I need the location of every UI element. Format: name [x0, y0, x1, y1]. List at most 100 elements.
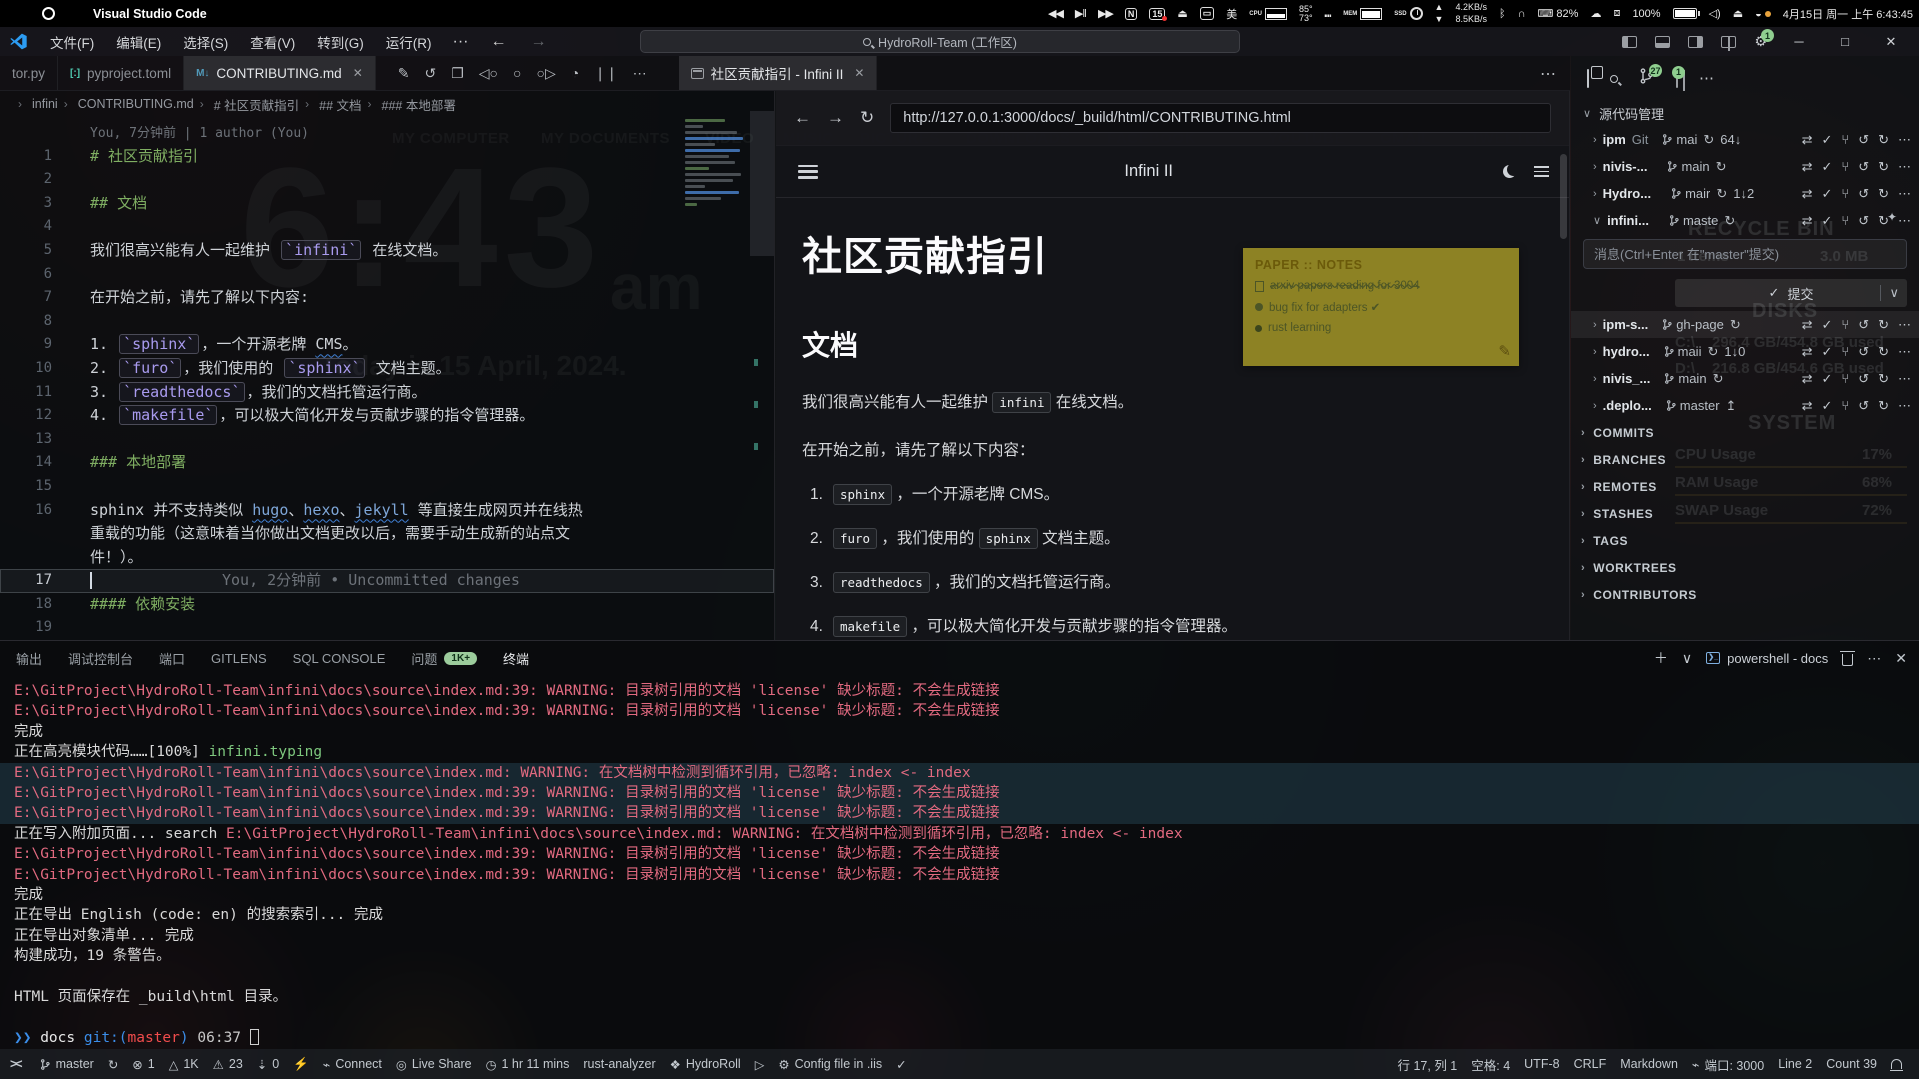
widget-tray-icon[interactable]: ▭ [1200, 7, 1215, 20]
close-tab-icon[interactable]: ✕ [854, 66, 864, 80]
sidebar-more-icon[interactable]: ⋯ [1699, 69, 1714, 87]
chevron-icon[interactable]: › [1593, 400, 1597, 412]
tab-pyproject-toml[interactable]: [:]pyproject.toml [58, 56, 184, 90]
compare-icon[interactable]: ⇄ [1802, 186, 1813, 202]
connect-status-item[interactable]: ⌁ Connect [316, 1057, 389, 1072]
hamburger-menu-icon[interactable] [798, 165, 818, 179]
browser-scrollbar[interactable] [1560, 154, 1567, 239]
sync-icon[interactable]: ↻ [1730, 317, 1741, 333]
refresh-icon[interactable]: ↻ [1878, 398, 1889, 414]
sidebar-section-header[interactable]: › TAGS [1571, 527, 1919, 554]
memory-meter-icon[interactable]: MEM [1343, 8, 1382, 20]
inbox-status-item[interactable]: ⇣ 0 [250, 1057, 286, 1072]
sync-icon[interactable]: ↻ [1716, 159, 1727, 175]
menu-goto[interactable]: 转到(G) [306, 32, 375, 52]
markdown-preview-icon[interactable]: ❐ [451, 65, 464, 82]
config-status-item[interactable]: ⚙ Config file in .iis [771, 1057, 889, 1072]
browser-refresh-icon[interactable]: ↻ [860, 108, 874, 128]
repo-more-icon[interactable]: ⋯ [1898, 317, 1911, 333]
history-icon[interactable]: ↺ [1858, 317, 1869, 333]
hydroroll-status-item[interactable]: ❖ HydroRoll [663, 1057, 748, 1072]
sticky-note[interactable]: PAPER :: NOTES arxiv papers reading for … [1243, 248, 1519, 366]
close-panel-icon[interactable]: ✕ [1895, 650, 1907, 667]
commit-check-icon[interactable]: ✓ [1821, 159, 1832, 175]
repo-row[interactable]: › nivis_... main ↻ ⇄ ✓ ⑂ ↺ ↻ ⋯ [1571, 365, 1919, 392]
ime-indicator[interactable]: 美 [1226, 6, 1237, 22]
gear-icon[interactable]: ⚙1 [1754, 33, 1767, 50]
display-icon[interactable]: ⧈ [1613, 7, 1620, 20]
repo-more-icon[interactable]: ⋯ [1898, 186, 1911, 202]
dark-mode-moon-icon[interactable] [1503, 165, 1516, 178]
history-icon[interactable]: ↺ [1858, 186, 1869, 202]
chevron-icon[interactable]: › [1593, 188, 1597, 200]
brightness-level[interactable]: 100% [1632, 8, 1660, 20]
compare-icon[interactable]: ⇄ [1802, 344, 1813, 360]
toggle-sidebar-icon[interactable] [1622, 36, 1637, 48]
chevron-icon[interactable]: › [1593, 373, 1597, 385]
toggle-secondary-sidebar-icon[interactable] [1688, 36, 1703, 48]
copy-icon[interactable] [1587, 70, 1589, 87]
more-tabs-icon[interactable]: ⋯ [1540, 56, 1556, 91]
rust-analyzer-status-item[interactable]: rust-analyzer [576, 1057, 662, 1071]
create-branch-icon[interactable]: ⑂ [1841, 317, 1849, 332]
media-rewind-icon[interactable]: ◀◀ [1048, 7, 1063, 20]
close-button[interactable]: ✕ [1877, 34, 1905, 50]
editor-line[interactable]: 16 sphinx 并不支持类似 hugo、hexo、jekyll 等直接生成网… [0, 499, 774, 523]
commit-check-icon[interactable]: ✓ [1821, 186, 1832, 202]
commit-check-icon[interactable]: ✓ [1821, 371, 1832, 387]
repo-row[interactable]: › hydro... maii ↻ 1↓0 ⇄ ✓ ⑂ ↺ ↻ ⋯ [1571, 338, 1919, 365]
sync-icon[interactable]: ↻ [1703, 132, 1714, 148]
sidebar-section-header[interactable]: › BRANCHES [1571, 446, 1919, 473]
commit-check-icon[interactable]: ✓ [1821, 213, 1832, 229]
sidebar-section-header[interactable]: › STASHES [1571, 500, 1919, 527]
panel-tab[interactable]: 调试控制台 [68, 649, 133, 668]
commit-check-icon[interactable]: ✓ [1821, 398, 1832, 414]
toggle-panel-icon[interactable] [1655, 36, 1670, 48]
editor-line[interactable]: 1 # 社区贡献指引 [0, 145, 774, 169]
customize-layout-icon[interactable] [1721, 36, 1736, 48]
commit-check-icon[interactable]: ✓ [1821, 344, 1832, 360]
sync-status-icon[interactable]: ↻ [101, 1057, 125, 1072]
editor-line[interactable]: 10 2. `furo`，我们使用的 `sphinx` 文档主题。 [0, 357, 774, 381]
sidebar-section-header[interactable]: › WORKTREES [1571, 554, 1919, 581]
ssd-clock-icon[interactable]: SSD [1394, 7, 1422, 20]
repo-more-icon[interactable]: ⋯ [1898, 398, 1911, 414]
indentation-item[interactable]: 空格: 4 [1464, 1055, 1517, 1074]
timeline-icon[interactable]: ↺ [424, 65, 436, 82]
menu-file[interactable]: 文件(F) [39, 32, 105, 52]
refresh-icon[interactable]: ↻ [1878, 371, 1889, 387]
commit-check-icon[interactable]: ✓ [1821, 132, 1832, 148]
repo-more-icon[interactable]: ⋯ [1898, 344, 1911, 360]
chevron-icon[interactable]: › [1593, 346, 1597, 358]
sync-icon[interactable]: ↻ [1724, 213, 1735, 229]
editor-line[interactable]: 13 [0, 428, 774, 452]
create-branch-icon[interactable]: ⑂ [1841, 344, 1849, 359]
kill-terminal-icon[interactable] [1842, 654, 1853, 666]
repo-row[interactable]: › ipm Git mai ↻ 64↓ ⇄ ✓ ⑂ ↺ ↻ ⋯ [1571, 126, 1919, 153]
language-mode-item[interactable]: Markdown [1613, 1057, 1685, 1071]
next-change-icon[interactable]: ○▷ [536, 65, 555, 82]
chevron-icon[interactable]: › [1593, 161, 1597, 173]
check-status-icon[interactable]: ✓ [889, 1057, 913, 1072]
menu-more-icon[interactable]: ··· [443, 33, 479, 51]
editor-scrollbar[interactable] [750, 111, 774, 256]
editor-line[interactable]: 7 在开始之前，请先了解以下内容: [0, 286, 774, 310]
editor-line[interactable]: 14 ### 本地部署 [0, 451, 774, 475]
prev-change-icon[interactable]: ◁○ [479, 65, 498, 82]
zap-status-icon[interactable]: ⚡ [286, 1057, 316, 1072]
panel-tab[interactable]: GITLENS [211, 651, 267, 666]
keyboard-battery[interactable]: ⌨ 82% [1538, 7, 1579, 20]
tray-datetime[interactable]: 4月15日 周一 上午 6:43:45 [1783, 6, 1913, 22]
clock-icon[interactable]: ◔ [571, 65, 579, 81]
menu-view[interactable]: 查看(V) [239, 32, 306, 52]
change-icon[interactable]: ○ [513, 65, 521, 81]
repo-row[interactable]: › nivis-... main ↻ ⇄ ✓ ⑂ ↺ ↻ ⋯ [1571, 153, 1919, 180]
panel-tab[interactable]: 端口 [159, 649, 185, 668]
network-speed[interactable]: 4.2KB/s8.5KB/s [1455, 3, 1487, 24]
split-editor-icon[interactable]: ❘❘ [594, 65, 617, 82]
repo-row[interactable]: ∨ infini... maste ↻ ⇄ ✓ ⑂ ↺ ↻ ⋯ [1571, 207, 1919, 234]
command-center-search[interactable]: HydroRoll-Team (工作区) [640, 30, 1240, 53]
warnings-status-item[interactable]: △ 1K [162, 1057, 206, 1072]
editor-line[interactable]: 2 [0, 168, 774, 192]
create-branch-icon[interactable]: ⑂ [1841, 398, 1849, 413]
